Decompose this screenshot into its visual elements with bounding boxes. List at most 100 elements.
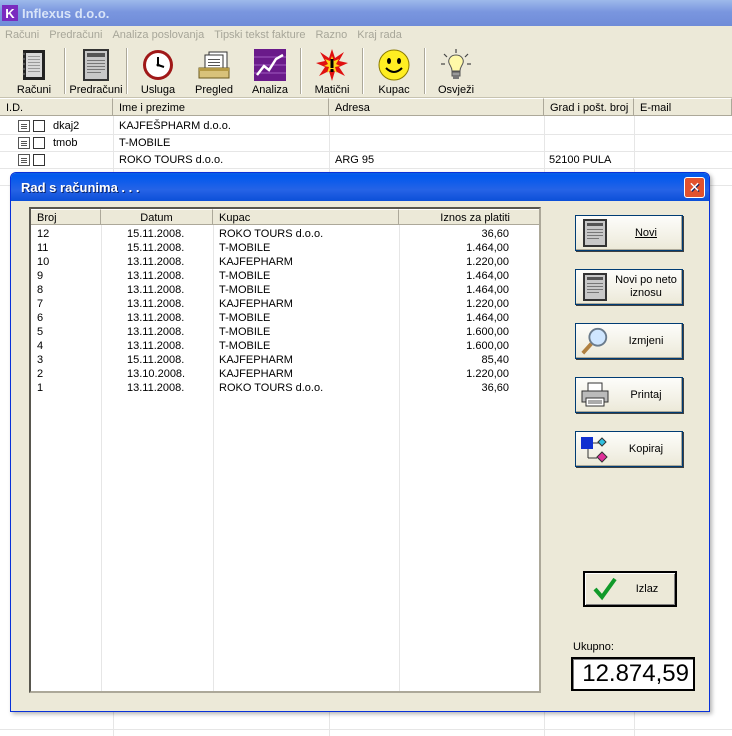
invoice-number: 11	[37, 242, 49, 254]
document-icon[interactable]	[18, 137, 30, 149]
dialog-body: Broj Datum Kupac Iznos za platiti 12 15.1…	[15, 201, 705, 709]
copy-invoice-button[interactable]: Kopiraj	[575, 431, 683, 467]
invoice-row[interactable]: 2 13.10.2008. KAJFEPHARM 1.220,00	[31, 367, 539, 381]
toolbar-usluga-button[interactable]: Usluga	[130, 44, 186, 98]
menu-predracuni[interactable]: Predračuni	[44, 29, 107, 41]
invoice-date: 13.11.2008.	[127, 256, 185, 268]
new-invoice-button[interactable]: Novi	[575, 215, 683, 251]
print-invoice-label: Printaj	[630, 388, 662, 401]
menu-racuni[interactable]: Računi	[0, 29, 44, 41]
document-icon	[79, 48, 113, 82]
grid-cell-id: dkaj2	[53, 120, 80, 132]
toolbar-racuni-button[interactable]: Računi	[6, 44, 62, 98]
grid-column-city[interactable]: Grad i pošt. broj	[544, 98, 634, 116]
list-column-kupac[interactable]: Kupac	[213, 209, 399, 225]
invoice-row[interactable]: 10 13.11.2008. KAJFEPHARM 1.220,00	[31, 255, 539, 269]
list-column-iznos[interactable]: Iznos za platiti	[399, 209, 539, 225]
invoice-date: 13.11.2008.	[127, 326, 185, 338]
new-invoice-label: Novi	[634, 226, 657, 239]
new-net-invoice-button[interactable]: Novi po neto iznosu	[575, 269, 683, 305]
document-icon	[580, 272, 610, 302]
grid-row[interactable]: dkaj2 KAJFEŠPHARM d.o.o.	[0, 118, 732, 135]
invoice-customer: KAJFEPHARM	[219, 368, 293, 380]
invoice-number: 9	[37, 270, 44, 282]
menu-analiza-poslovanja[interactable]: Analiza poslovanja	[107, 29, 209, 41]
invoice-number: 4	[37, 340, 44, 352]
grid-cell-id: tmob	[53, 137, 78, 149]
document-icon[interactable]	[18, 154, 30, 166]
invoice-list[interactable]: Broj Datum Kupac Iznos za platiti 12 15.1…	[29, 207, 541, 693]
grid-column-email[interactable]: E-mail	[634, 98, 732, 116]
toolbar-label: Usluga	[140, 84, 176, 96]
invoice-amount: 1.464,00	[466, 270, 509, 282]
list-column-datum[interactable]: Datum	[101, 209, 213, 225]
toolbar-label: Računi	[16, 84, 52, 96]
notebook-icon	[17, 48, 51, 82]
grid-cell-address: ARG 95	[335, 154, 375, 166]
row-checkbox[interactable]	[33, 154, 45, 166]
chart-icon	[253, 48, 287, 82]
toolbar-pregled-button[interactable]: Pregled	[186, 44, 242, 98]
edit-invoice-button[interactable]: Izmjeni	[575, 323, 683, 359]
toolbar-kupac-button[interactable]: Kupac	[366, 44, 422, 98]
invoice-row[interactable]: 6 13.11.2008. T-MOBILE 1.464,00	[31, 311, 539, 325]
invoices-dialog: Rad s računima . . . ✕ Broj Datum Kupac …	[10, 172, 710, 712]
grid-column-address[interactable]: Adresa	[329, 98, 544, 116]
toolbar-separator	[362, 48, 364, 94]
row-checkbox[interactable]	[33, 137, 45, 149]
invoice-row[interactable]: 3 15.11.2008. KAJFEPHARM 85,40	[31, 353, 539, 367]
invoice-row[interactable]: 7 13.11.2008. KAJFEPHARM 1.220,00	[31, 297, 539, 311]
menu-kraj-rada[interactable]: Kraj rada	[352, 29, 407, 41]
invoice-row[interactable]: 8 13.11.2008. T-MOBILE 1.464,00	[31, 283, 539, 297]
main-title-bar: K Inflexus d.o.o.	[0, 0, 732, 26]
toolbar-analiza-button[interactable]: Analiza	[242, 44, 298, 98]
invoice-customer: T-MOBILE	[219, 340, 271, 352]
invoice-customer: KAJFEPHARM	[219, 256, 293, 268]
invoice-row[interactable]: 9 13.11.2008. T-MOBILE 1.464,00	[31, 269, 539, 283]
invoice-amount: 1.220,00	[466, 368, 509, 380]
invoice-customer: ROKO TOURS d.o.o.	[219, 382, 324, 394]
close-icon[interactable]: ✕	[684, 177, 705, 198]
grid-column-name[interactable]: Ime i prezime	[113, 98, 329, 116]
toolbar-predracuni-button[interactable]: Predračuni	[68, 44, 124, 98]
row-checkbox[interactable]	[33, 120, 45, 132]
invoice-number: 2	[37, 368, 44, 380]
invoice-number: 10	[37, 256, 50, 268]
invoice-amount: 1.464,00	[466, 242, 509, 254]
invoice-date: 15.11.2008.	[127, 354, 185, 366]
print-invoice-button[interactable]: Printaj	[575, 377, 683, 413]
invoice-date: 13.11.2008.	[127, 284, 185, 296]
grid-row[interactable]: ROKO TOURS d.o.o. ARG 95 52100 PULA	[0, 152, 732, 169]
invoice-date: 13.11.2008.	[127, 340, 185, 352]
row-icons	[18, 154, 45, 166]
invoice-row[interactable]: 5 13.11.2008. T-MOBILE 1.600,00	[31, 325, 539, 339]
document-icon[interactable]	[18, 120, 30, 132]
invoice-customer: T-MOBILE	[219, 312, 271, 324]
invoice-amount: 1.600,00	[466, 340, 509, 352]
grid-column-id[interactable]: I.D.	[0, 98, 113, 116]
invoice-row[interactable]: 12 15.11.2008. ROKO TOURS d.o.o. 36,60	[31, 227, 539, 241]
menu-bar: Računi Predračuni Analiza poslovanja Tip…	[0, 26, 732, 44]
files-icon	[197, 48, 231, 82]
exit-button[interactable]: Izlaz	[583, 571, 677, 607]
toolbar-label: Osvježi	[437, 84, 475, 96]
invoice-date: 13.11.2008.	[127, 382, 185, 394]
menu-tipski-tekst[interactable]: Tipski tekst fakture	[209, 29, 310, 41]
invoice-row[interactable]: 11 15.11.2008. T-MOBILE 1.464,00	[31, 241, 539, 255]
invoice-row[interactable]: 1 13.11.2008. ROKO TOURS d.o.o. 36,60	[31, 381, 539, 395]
menu-razno[interactable]: Razno	[310, 29, 352, 41]
toolbar-osvjezi-button[interactable]: Osvježi	[428, 44, 484, 98]
invoice-row[interactable]: 4 13.11.2008. T-MOBILE 1.600,00	[31, 339, 539, 353]
toolbar-separator	[126, 48, 128, 94]
toolbar-maticni-button[interactable]: Matični	[304, 44, 360, 98]
list-column-broj[interactable]: Broj	[31, 209, 101, 225]
invoice-amount: 36,60	[481, 228, 509, 240]
grid-row[interactable]: tmob T-MOBILE	[0, 135, 732, 152]
invoice-amount: 36,60	[481, 382, 509, 394]
dialog-title-bar[interactable]: Rad s računima . . . ✕	[11, 173, 709, 201]
invoice-number: 8	[37, 284, 44, 296]
invoice-amount: 1.220,00	[466, 256, 509, 268]
invoice-number: 6	[37, 312, 44, 324]
clock-icon	[141, 48, 175, 82]
window-title: Inflexus d.o.o.	[22, 5, 110, 21]
